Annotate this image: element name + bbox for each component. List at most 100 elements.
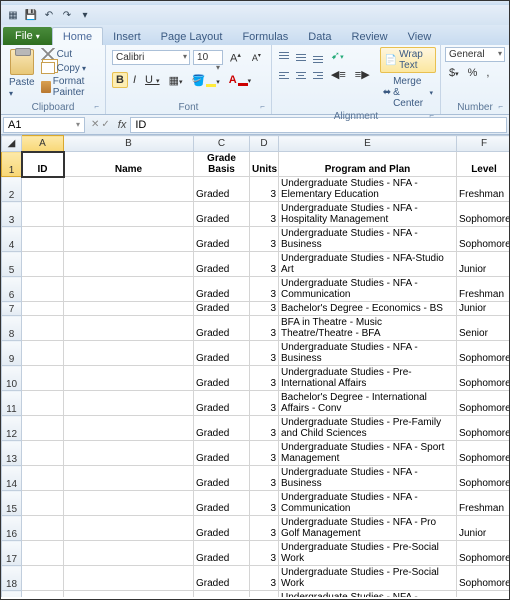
cell[interactable]: Graded (194, 441, 250, 466)
cell[interactable] (64, 566, 194, 591)
cell[interactable]: Freshman (457, 491, 510, 516)
cell[interactable] (22, 441, 64, 466)
cell[interactable]: 3 (250, 366, 279, 391)
cell[interactable]: 3 (250, 441, 279, 466)
row-header[interactable]: 6 (2, 277, 22, 302)
row-header[interactable]: 11 (2, 391, 22, 416)
cell[interactable] (64, 277, 194, 302)
cell[interactable]: Name (64, 152, 194, 177)
cell[interactable]: Graded (194, 277, 250, 302)
row-header[interactable]: 13 (2, 441, 22, 466)
cell[interactable] (22, 277, 64, 302)
tab-review[interactable]: Review (342, 28, 398, 45)
cell[interactable]: 3 (250, 516, 279, 541)
cell[interactable] (22, 341, 64, 366)
cell[interactable]: Undergraduate Studies - Pre-Family and C… (279, 416, 457, 441)
orientation-button[interactable]: ➹▾ (327, 47, 348, 64)
row-header[interactable]: 4 (2, 227, 22, 252)
tab-page-layout[interactable]: Page Layout (151, 28, 233, 45)
cell[interactable] (64, 366, 194, 391)
cell[interactable]: 3 (250, 341, 279, 366)
cell[interactable]: Program and Plan (279, 152, 457, 177)
col-header-c[interactable]: C (194, 136, 250, 152)
cell[interactable]: Undergraduate Studies - Pre-Social Work (279, 566, 457, 591)
grow-font-button[interactable]: A▴ (226, 49, 245, 67)
row-header[interactable]: 14 (2, 466, 22, 491)
cell[interactable]: Graded (194, 516, 250, 541)
cell[interactable]: Sophomore (457, 202, 510, 227)
cell[interactable]: Graded (194, 227, 250, 252)
cell[interactable]: 3 (250, 316, 279, 341)
cell[interactable]: Sophomore (457, 227, 510, 252)
col-header-f[interactable]: F (457, 136, 510, 152)
cell[interactable]: Graded (194, 302, 250, 316)
cell[interactable]: Freshman (457, 277, 510, 302)
align-center-button[interactable] (293, 68, 309, 82)
cell[interactable]: Graded (194, 177, 250, 202)
cell[interactable] (64, 466, 194, 491)
currency-button[interactable]: $▾ (445, 65, 463, 81)
cut-button[interactable]: Cut (41, 47, 101, 61)
row-header[interactable]: 1 (2, 152, 22, 177)
col-header-b[interactable]: B (64, 136, 194, 152)
fill-color-button[interactable]: 🪣▾ (187, 72, 223, 89)
row-header[interactable]: 7 (2, 302, 22, 316)
cell[interactable] (64, 202, 194, 227)
cell[interactable]: Sophomore (457, 541, 510, 566)
select-all-corner[interactable]: ◢ (2, 136, 22, 152)
number-format-select[interactable]: General (445, 47, 505, 62)
cell[interactable]: Undergraduate Studies - NFA - Business (279, 341, 457, 366)
copy-button[interactable]: Copy ▾ (41, 61, 101, 75)
cell[interactable]: Graded (194, 391, 250, 416)
cell[interactable]: 3 (250, 566, 279, 591)
row-header[interactable]: 12 (2, 416, 22, 441)
cell[interactable] (22, 227, 64, 252)
cell[interactable] (64, 227, 194, 252)
cell[interactable]: Sophomore (457, 566, 510, 591)
cell[interactable]: Undergraduate Studies - NFA - Communicat… (279, 277, 457, 302)
tab-formulas[interactable]: Formulas (232, 28, 298, 45)
cell[interactable]: 3 (250, 591, 279, 598)
cell[interactable] (22, 391, 64, 416)
wrap-text-button[interactable]: 📄Wrap Text (380, 47, 436, 73)
cell[interactable] (22, 202, 64, 227)
col-header-e[interactable]: E (279, 136, 457, 152)
cell[interactable]: Level (457, 152, 510, 177)
cell[interactable]: Graded (194, 316, 250, 341)
cell[interactable] (22, 316, 64, 341)
cell[interactable]: 3 (250, 541, 279, 566)
cell[interactable]: Units (250, 152, 279, 177)
cell[interactable] (64, 391, 194, 416)
cell[interactable] (22, 416, 64, 441)
cell[interactable]: Undergraduate Studies - Pre-Internationa… (279, 366, 457, 391)
cell[interactable]: Graded (194, 566, 250, 591)
cell[interactable] (22, 252, 64, 277)
row-header[interactable]: 19 (2, 591, 22, 598)
align-middle-button[interactable] (293, 49, 309, 63)
cell[interactable] (64, 441, 194, 466)
cell[interactable] (22, 541, 64, 566)
cell[interactable]: Graded (194, 202, 250, 227)
comma-button[interactable]: , (482, 65, 493, 81)
cell[interactable]: Freshman (457, 177, 510, 202)
italic-button[interactable]: I (129, 72, 140, 88)
cell[interactable]: Junior (457, 516, 510, 541)
align-right-button[interactable] (310, 68, 326, 82)
cell[interactable]: 3 (250, 202, 279, 227)
cell[interactable]: 3 (250, 466, 279, 491)
cell[interactable] (22, 566, 64, 591)
cell[interactable] (64, 341, 194, 366)
cell[interactable]: 3 (250, 177, 279, 202)
cell[interactable] (64, 302, 194, 316)
merge-center-button[interactable]: ⬌Merge & Center ▾ (380, 75, 436, 110)
bold-button[interactable]: B (112, 72, 128, 88)
cell[interactable]: Undergraduate Studies - NFA - Business (279, 466, 457, 491)
format-painter-button[interactable]: Format Painter (41, 75, 101, 99)
cell[interactable]: Sophomore (457, 466, 510, 491)
align-top-button[interactable] (276, 49, 292, 63)
cell[interactable] (22, 302, 64, 316)
row-header[interactable]: 8 (2, 316, 22, 341)
cell[interactable]: Sophomore (457, 416, 510, 441)
cell[interactable]: Undergraduate Studies - NFA - Communicat… (279, 591, 457, 598)
font-color-button[interactable]: A▾ (225, 72, 255, 88)
